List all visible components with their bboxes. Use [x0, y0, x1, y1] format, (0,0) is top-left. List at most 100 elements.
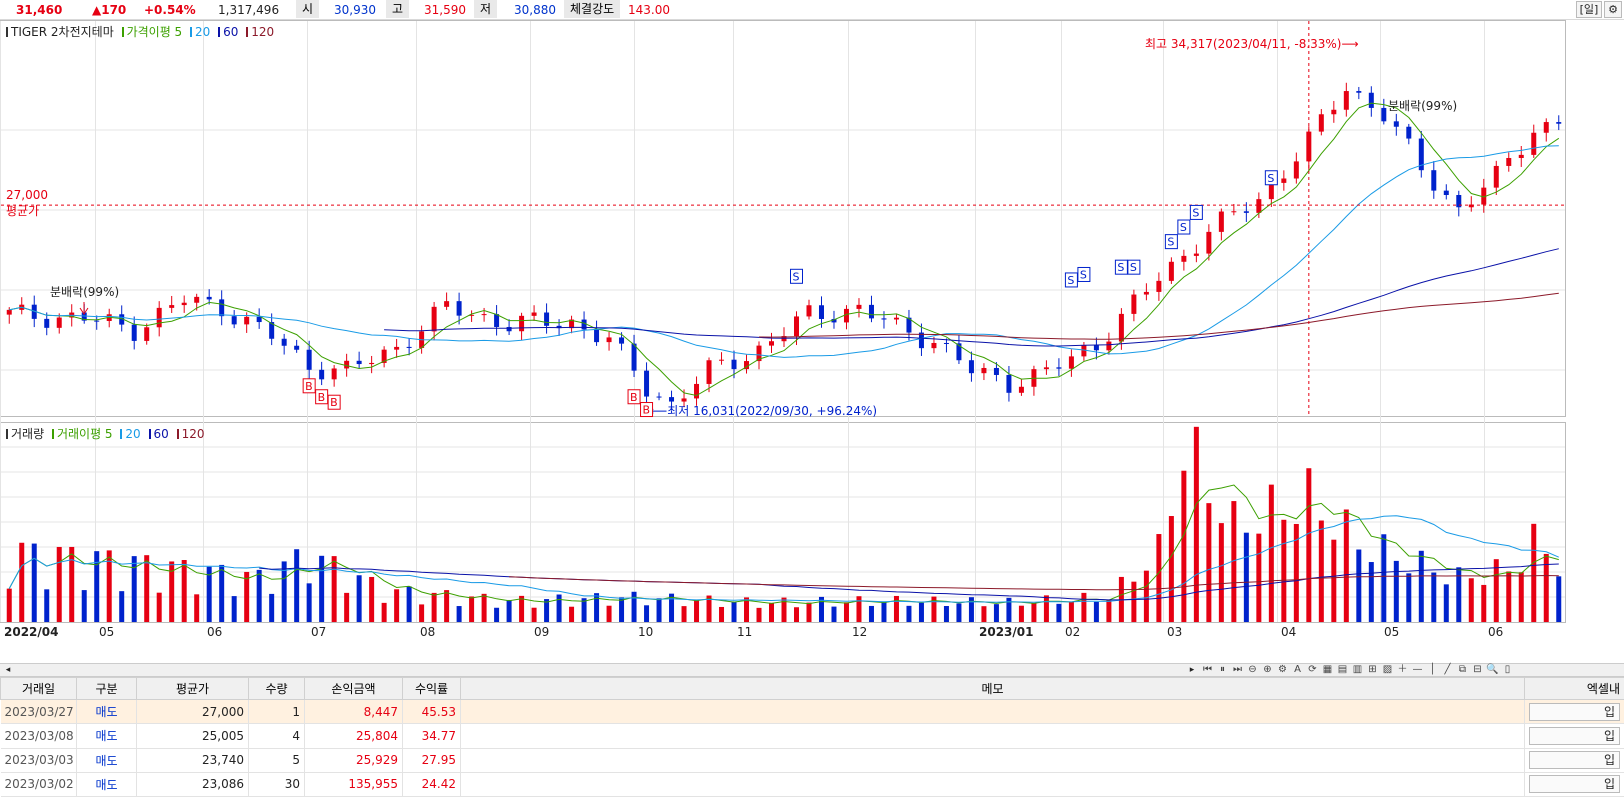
stock-chart[interactable]: 2022/04 05 06 07 08 09 10 11 12 2023/01 02 03 04 05 06…	[0, 20, 1624, 676]
table-row[interactable]: 2023/03/27 매도 27,000 1 8,447 45.53 입	[0, 699, 1624, 725]
ma20-line	[9, 145, 1559, 358]
col-trade-date[interactable]: 거래일	[0, 677, 77, 700]
volume-bar	[656, 598, 662, 622]
volume-bar	[469, 596, 475, 622]
period-day-button[interactable]: [일]	[1576, 1, 1602, 18]
volume-bar	[1268, 484, 1274, 622]
col-memo[interactable]: 메모	[460, 677, 1525, 700]
low-annotation: ⟵최저 16,031(2022/09/30, +96.24%)	[650, 404, 877, 418]
col-quantity[interactable]: 수량	[248, 677, 305, 700]
candle-body	[1543, 122, 1549, 133]
cell-memo[interactable]	[460, 772, 1525, 797]
dividend-label: 분배락(99%)	[50, 285, 119, 299]
buy-marker-label: B	[305, 380, 313, 393]
col-avg-price[interactable]: 평균가	[136, 677, 249, 700]
volume-bar	[256, 569, 262, 622]
excel-input-button[interactable]: 입	[1529, 702, 1620, 721]
candle-body	[156, 307, 162, 328]
cell-memo[interactable]	[460, 723, 1525, 749]
candle-body	[706, 360, 712, 384]
toolbar-icon[interactable]: ╱	[1440, 664, 1455, 676]
volume-bar	[19, 542, 25, 622]
candle-body	[1443, 190, 1449, 196]
candle-body	[1256, 199, 1262, 213]
candle-body	[44, 318, 50, 328]
toolbar-icon[interactable]: A	[1290, 664, 1305, 676]
high-value: 31,590	[424, 3, 466, 17]
table-row[interactable]: 2023/03/02 매도 23,086 30 135,955 24.42 입	[0, 772, 1624, 797]
toolbar-icon[interactable]: ▤	[1335, 664, 1350, 676]
candle-body	[1193, 253, 1199, 256]
volume-bar	[1031, 603, 1037, 622]
chart-scrollbar[interactable]: ◂ ▸ ⏮ ⏸ ⏭ ⊖ ⊕ ⚙ A ⟳ ▦ ▤ ▥ ⊞ ▨ ＋ — │ ╱ ⧉ ⊟ 🔍 ▯	[0, 663, 1624, 677]
volume-bar	[181, 560, 187, 622]
volume-bar	[806, 602, 812, 622]
candle-body	[731, 359, 737, 370]
toolbar-icon[interactable]: —	[1410, 664, 1425, 676]
candle-body	[244, 316, 250, 325]
volume-bar	[244, 571, 250, 622]
toolbar-icon[interactable]: ⊕	[1260, 664, 1275, 676]
toolbar-icon[interactable]: ⏸	[1215, 664, 1230, 676]
toolbar-icon[interactable]: ⟳	[1305, 664, 1320, 676]
table-row[interactable]: 2023/03/08 매도 25,005 4 25,804 34.77 입	[0, 723, 1624, 749]
cell-pnl: 8,447	[304, 699, 403, 725]
candle-body	[806, 305, 812, 317]
volume-value: 1,317,496	[218, 3, 280, 17]
excel-input-button[interactable]: 입	[1529, 726, 1620, 745]
volume-legend: 거래량 거래이평 5 20 60 120	[6, 425, 205, 442]
excel-input-button[interactable]: 입	[1529, 751, 1620, 770]
cell-memo[interactable]	[460, 699, 1525, 725]
volume-bar	[1518, 572, 1524, 622]
volume-bar	[1093, 601, 1099, 622]
toolbar-icon[interactable]: ⊟	[1470, 664, 1485, 676]
volume-bar	[1143, 570, 1149, 622]
toolbar-icon[interactable]: ⊖	[1245, 664, 1260, 676]
toolbar-icon[interactable]: ⊞	[1365, 664, 1380, 676]
ma60-line	[384, 248, 1559, 347]
toolbar-icon[interactable]: │	[1425, 664, 1440, 676]
volume-bar	[456, 606, 462, 622]
cell-pnl: 25,929	[304, 748, 403, 773]
candle-body	[1093, 345, 1099, 351]
toolbar-icon[interactable]: ▯	[1500, 664, 1515, 676]
scroll-right-icon[interactable]: ▸	[1186, 664, 1198, 676]
candle-body	[394, 346, 400, 350]
low-value: 30,880	[514, 3, 556, 17]
toolbar-icon[interactable]: ▨	[1380, 664, 1395, 676]
toolbar-icon[interactable]: ＋	[1395, 664, 1410, 676]
chart-canvas[interactable]: 2022/04 05 06 07 08 09 10 11 12 2023/01 02 03 04 05 06…	[0, 20, 1624, 662]
cell-trade-date: 2023/03/02	[0, 772, 77, 797]
strength-value: 143.00	[628, 3, 670, 17]
candle-body	[1206, 231, 1212, 254]
volume-ma120-line	[509, 574, 1559, 591]
table-row[interactable]: 2023/03/03 매도 23,740 5 25,929 27.95 입	[0, 748, 1624, 773]
candle-body	[1331, 109, 1337, 115]
col-return[interactable]: 수익률	[402, 677, 461, 700]
gear-icon[interactable]: ⚙	[1604, 1, 1622, 18]
toolbar-icon[interactable]: ▥	[1350, 664, 1365, 676]
cell-type: 매도	[76, 723, 137, 749]
toolbar-icon[interactable]: ⧉	[1455, 664, 1470, 676]
candle-body	[1218, 211, 1224, 232]
col-type[interactable]: 구분	[76, 677, 137, 700]
candle-body	[769, 341, 775, 346]
candle-body	[1006, 374, 1012, 393]
scroll-left-icon[interactable]: ◂	[2, 664, 14, 676]
toolbar-icon[interactable]: ▦	[1320, 664, 1335, 676]
toolbar-icon[interactable]: ⏮	[1200, 664, 1215, 676]
cell-memo[interactable]	[460, 748, 1525, 773]
candle-body	[1243, 211, 1249, 213]
candle-body	[1131, 294, 1137, 314]
toolbar-icon[interactable]: ⏭	[1230, 664, 1245, 676]
toolbar-icon[interactable]: 🔍	[1485, 664, 1500, 676]
candle-body	[694, 383, 700, 399]
col-pnl[interactable]: 손익금액	[304, 677, 403, 700]
candle-body	[1356, 91, 1362, 93]
cell-return: 24.42	[402, 772, 461, 797]
col-excel[interactable]: 엑셀내	[1524, 677, 1624, 700]
candle-body	[1106, 341, 1112, 351]
excel-input-button[interactable]: 입	[1529, 775, 1620, 794]
toolbar-icon[interactable]: ⚙	[1275, 664, 1290, 676]
x-axis-tick-label: 2022/04	[4, 625, 58, 639]
